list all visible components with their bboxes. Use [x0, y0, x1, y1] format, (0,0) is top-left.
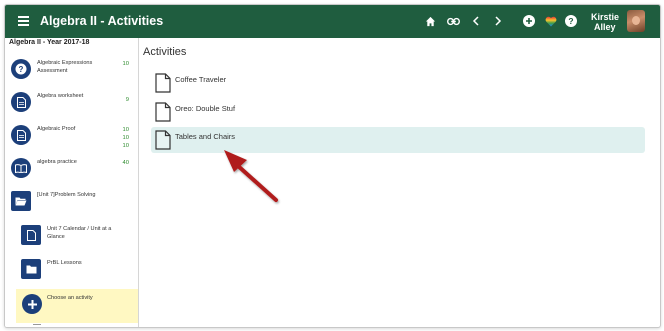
- sidebar-item-algebra-practice[interactable]: algebra practice 40: [5, 155, 138, 181]
- sidebar-item-label: Algebraic Expressions Assessment: [37, 60, 93, 74]
- sidebar-item-label: PrBL Lessons: [47, 260, 82, 266]
- activity-count: 9: [125, 97, 129, 103]
- activity-item-selected[interactable]: Tables and Chairs: [151, 127, 645, 153]
- scroll-indicator: [33, 324, 41, 325]
- sidebar: Algebra II - Year 2017-18 ? Algebraic Ex…: [5, 38, 139, 327]
- user-name[interactable]: Kirstie Alley: [591, 12, 619, 32]
- menu-icon[interactable]: [18, 16, 29, 26]
- chevron-left-icon[interactable]: [468, 13, 484, 29]
- page-title: Algebra II - Activities: [40, 14, 164, 28]
- home-icon[interactable]: [422, 13, 438, 29]
- svg-text:?: ?: [19, 65, 24, 74]
- sidebar-item-prbl-lessons[interactable]: PrBL Lessons: [5, 256, 138, 282]
- sidebar-item-choose-activity[interactable]: Choose an activity: [16, 289, 138, 323]
- document-icon: [11, 125, 31, 145]
- sidebar-item-label: [Unit 7]Problem Solving: [37, 192, 96, 198]
- sidebar-item-algebra-worksheet[interactable]: Algebra worksheet 9: [5, 89, 138, 115]
- activity-count: 40: [122, 160, 129, 166]
- link-icon[interactable]: [445, 13, 461, 29]
- book-icon: [11, 158, 31, 178]
- activity-title: Oreo: Double Stuf: [175, 104, 236, 113]
- activity-item[interactable]: Oreo: Double Stuf: [151, 99, 645, 125]
- activity-count: 10: [122, 61, 129, 67]
- document-icon: [21, 225, 41, 245]
- svg-text:?: ?: [568, 16, 573, 26]
- sidebar-item-algebraic-expressions-assessment[interactable]: ? Algebraic Expressions Assessment 10: [5, 56, 138, 82]
- sidebar-item-algebraic-proof[interactable]: Algebraic Proof 10 10 10: [5, 122, 138, 152]
- sidebar-item-label: Choose an activity: [47, 295, 93, 301]
- activity-title: Coffee Traveler: [175, 75, 227, 84]
- activities-heading: Activities: [143, 46, 187, 58]
- add-circle-icon[interactable]: [521, 13, 537, 29]
- activity-item[interactable]: Coffee Traveler: [151, 70, 645, 96]
- sidebar-item-unit-7-calendar[interactable]: Unit 7 Calendar / Unit at a Glance: [5, 222, 138, 248]
- activity-title: Tables and Chairs: [175, 132, 236, 141]
- folder-icon: [21, 259, 41, 279]
- question-icon: ?: [11, 59, 31, 79]
- avatar[interactable]: [627, 10, 645, 32]
- chevron-right-icon[interactable]: [490, 13, 506, 29]
- document-icon: [11, 92, 31, 112]
- sidebar-item-unit-7-problem-solving[interactable]: [Unit 7]Problem Solving: [5, 188, 138, 214]
- main-content: Activities Coffee Traveler Oreo: Double …: [139, 38, 660, 327]
- course-header: Algebra II - Year 2017-18: [9, 39, 90, 46]
- document-icon: [155, 130, 171, 150]
- document-icon: [155, 73, 171, 93]
- activity-count: 10: [122, 135, 129, 141]
- document-icon: [155, 102, 171, 122]
- sidebar-item-label: Unit 7 Calendar / Unit at a Glance: [47, 226, 112, 240]
- sidebar-item-label: algebra practice: [37, 159, 77, 165]
- help-icon[interactable]: ?: [563, 13, 579, 29]
- app-window: Algebra II - Activities ? Kirstie Alley …: [4, 4, 661, 328]
- activity-count: 10: [122, 127, 129, 133]
- activity-count: 10: [122, 143, 129, 149]
- folder-open-icon: [11, 191, 31, 211]
- sidebar-item-label: Algebra worksheet: [37, 93, 84, 99]
- top-bar: Algebra II - Activities ? Kirstie Alley: [5, 5, 660, 38]
- plus-icon: [22, 294, 42, 314]
- sidebar-item-label: Algebraic Proof: [37, 126, 76, 132]
- heart-icon[interactable]: [543, 13, 559, 29]
